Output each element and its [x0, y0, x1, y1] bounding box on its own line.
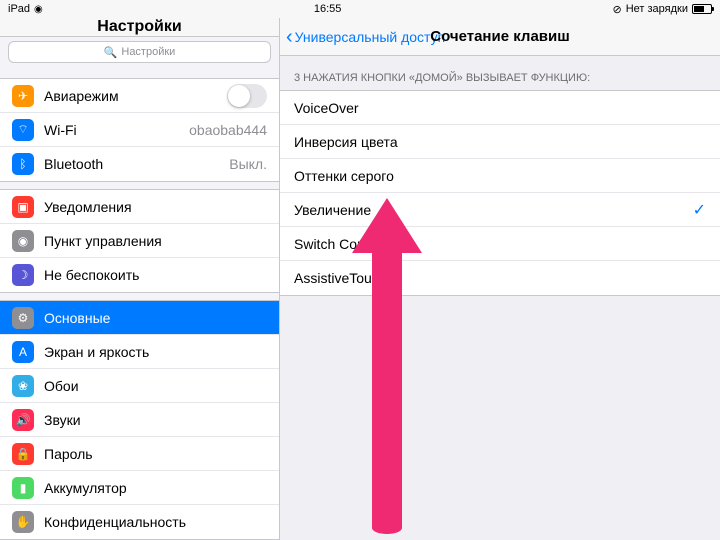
option-zoom[interactable]: Увеличение ✓ — [280, 193, 720, 227]
wifi-settings-icon: ⌔ — [12, 119, 34, 141]
sidebar-item-control-center[interactable]: ◉ Пункт управления — [0, 224, 279, 258]
sidebar-item-notifications[interactable]: ▣ Уведомления — [0, 190, 279, 224]
clock: 16:55 — [314, 3, 342, 15]
sidebar-item-dnd[interactable]: ☽ Не беспокоить — [0, 258, 279, 292]
detail-header: ‹ Универсальный доступ Сочетание клавиш — [280, 18, 720, 56]
option-voiceover[interactable]: VoiceOver — [280, 91, 720, 125]
wallpaper-icon: ❀ — [12, 375, 34, 397]
sidebar-group-2: ▣ Уведомления ◉ Пункт управления ☽ Не бе… — [0, 189, 279, 293]
options-list: VoiceOver Инверсия цвета Оттенки серого … — [280, 90, 720, 296]
privacy-icon: ✋ — [12, 511, 34, 533]
device-name: iPad — [8, 3, 30, 15]
back-button[interactable]: ‹ Универсальный доступ — [280, 27, 445, 47]
moon-icon: ☽ — [12, 264, 34, 286]
charging-icon: ⊘ — [612, 3, 621, 16]
gear-icon: ⚙ — [12, 307, 34, 329]
sidebar: Настройки 🔍 Настройки ✈ Авиарежим ⌔ Wi-F… — [0, 18, 280, 540]
charge-label: Нет зарядки — [626, 3, 688, 15]
sounds-icon: 🔊 — [12, 409, 34, 431]
sidebar-group-3: ⚙ Основные A Экран и яркость ❀ Обои 🔊 Зв… — [0, 300, 279, 540]
chevron-left-icon: ‹ — [286, 27, 293, 47]
detail-title: Сочетание клавиш — [430, 28, 569, 45]
sidebar-title: Настройки — [0, 18, 279, 37]
option-switch-control[interactable]: Switch Control — [280, 227, 720, 261]
sidebar-item-wifi[interactable]: ⌔ Wi-Fi obaobab444 — [0, 113, 279, 147]
battery-icon — [692, 4, 712, 14]
sidebar-item-airplane[interactable]: ✈ Авиарежим — [0, 79, 279, 113]
sidebar-item-battery[interactable]: ▮ Аккумулятор — [0, 471, 279, 505]
status-bar: iPad ◉ 16:55 ⊘ Нет зарядки — [0, 0, 720, 18]
sidebar-item-sounds[interactable]: 🔊 Звуки — [0, 403, 279, 437]
sidebar-item-passcode[interactable]: 🔒 Пароль — [0, 437, 279, 471]
option-assistive-touch[interactable]: AssistiveTouch — [280, 261, 720, 295]
search-input[interactable]: 🔍 Настройки — [8, 41, 271, 63]
lock-icon: 🔒 — [12, 443, 34, 465]
control-center-icon: ◉ — [12, 230, 34, 252]
search-icon: 🔍 — [104, 46, 118, 59]
section-header: 3 НАЖАТИЯ КНОПКИ «ДОМОЙ» ВЫЗЫВАЕТ ФУНКЦИ… — [280, 56, 720, 90]
battery-settings-icon: ▮ — [12, 477, 34, 499]
airplane-icon: ✈ — [12, 85, 34, 107]
check-icon: ✓ — [693, 200, 706, 220]
option-grayscale[interactable]: Оттенки серого — [280, 159, 720, 193]
sidebar-item-bluetooth[interactable]: ᛒ Bluetooth Выкл. — [0, 147, 279, 181]
display-icon: A — [12, 341, 34, 363]
sidebar-item-privacy[interactable]: ✋ Конфиденциальность — [0, 505, 279, 539]
detail-pane: ‹ Универсальный доступ Сочетание клавиш … — [280, 18, 720, 540]
sidebar-item-general[interactable]: ⚙ Основные — [0, 301, 279, 335]
sidebar-item-wallpaper[interactable]: ❀ Обои — [0, 369, 279, 403]
wifi-icon: ◉ — [34, 4, 43, 15]
option-invert[interactable]: Инверсия цвета — [280, 125, 720, 159]
bluetooth-icon: ᛒ — [12, 153, 34, 175]
sidebar-item-display[interactable]: A Экран и яркость — [0, 335, 279, 369]
sidebar-group-1: ✈ Авиарежим ⌔ Wi-Fi obaobab444 ᛒ Bluetoo… — [0, 78, 279, 182]
notifications-icon: ▣ — [12, 196, 34, 218]
airplane-toggle[interactable] — [227, 84, 267, 108]
